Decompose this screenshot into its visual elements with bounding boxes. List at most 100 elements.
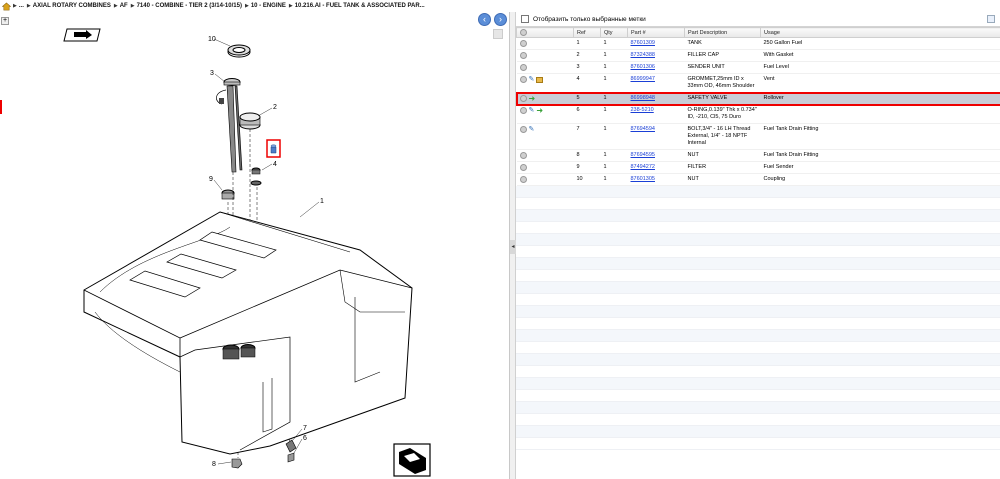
select-radio-icon[interactable] <box>519 40 527 47</box>
part-drain-fitting[interactable] <box>285 439 297 463</box>
chevron-right-icon: ▶ <box>130 3 135 9</box>
empty-row <box>516 342 1000 354</box>
callout-8[interactable]: 8 <box>212 461 216 468</box>
breadcrumb-item[interactable]: 10 - ENGINE <box>251 0 286 12</box>
diagram-pane: + ‹ › 10 3 2 4 9 1 7 6 8 <box>0 12 510 479</box>
part-number-link[interactable]: 86998948 <box>631 95 655 101</box>
table-row[interactable]: 10 1 87601305 NUT Coupling <box>516 173 1000 186</box>
cell-description: GROMMET,25mm ID x 33mm OD, 46mm Shoulder <box>684 73 761 93</box>
column-header-part-number[interactable]: Part # <box>627 27 685 38</box>
cell-usage: Rollover <box>760 92 1000 105</box>
table-row[interactable]: 8 1 87694595 NUT Fuel Tank Drain Fitting <box>516 149 1000 162</box>
export-icon[interactable] <box>987 15 995 23</box>
select-radio-icon[interactable] <box>519 107 527 114</box>
part-nut[interactable] <box>227 44 251 58</box>
empty-row <box>516 186 1000 198</box>
callout-4[interactable]: 4 <box>273 161 277 168</box>
wrench-icon[interactable]: ✎ <box>529 107 535 114</box>
select-radio-icon[interactable] <box>519 152 527 159</box>
empty-row <box>516 390 1000 402</box>
part-filter[interactable] <box>221 189 235 200</box>
part-filler-cap[interactable] <box>239 112 261 130</box>
column-header-qty[interactable]: Qty <box>600 27 628 38</box>
part-number-link[interactable]: 238-5210 <box>631 107 654 113</box>
cell-qty: 1 <box>600 61 628 74</box>
select-radio-icon[interactable] <box>519 64 527 71</box>
wrench-icon[interactable]: ✎ <box>529 126 535 133</box>
cell-qty: 1 <box>600 149 628 162</box>
empty-row <box>516 318 1000 330</box>
table-row[interactable]: ✎ 4 1 86999947 GROMMET,25mm ID x 33mm OD… <box>516 73 1000 93</box>
table-row[interactable]: ✎ ➜ 6 1 238-5210 O-RING,0.139" Thk x 0.73… <box>516 104 1000 124</box>
callout-9[interactable]: 9 <box>209 176 213 183</box>
select-radio-icon[interactable] <box>519 164 527 171</box>
empty-row <box>516 414 1000 426</box>
callout-3[interactable]: 3 <box>210 70 214 77</box>
empty-row <box>516 402 1000 414</box>
cell-ref: 6 <box>573 104 601 124</box>
callout-2[interactable]: 2 <box>273 104 277 111</box>
table-row-selected[interactable]: ➜ 5 1 86998948 SAFETY VALVE Rollover <box>515 91 1000 106</box>
empty-rows-area <box>516 186 1000 450</box>
filter-bar: Отобразить только выбранные метки <box>516 12 1000 27</box>
part-number-link[interactable]: 87494272 <box>631 164 655 170</box>
empty-row <box>516 246 1000 258</box>
column-header-icons <box>516 27 574 38</box>
cell-description: SENDER UNIT <box>684 61 761 74</box>
part-number-link[interactable]: 87601306 <box>631 64 655 70</box>
select-radio-icon[interactable] <box>519 95 527 102</box>
chevron-right-icon: ▶ <box>13 3 17 9</box>
table-header-row: Ref Qty Part # Part Description Usage <box>516 27 1000 38</box>
part-number-link[interactable]: 87694595 <box>631 152 655 158</box>
select-radio-icon[interactable] <box>519 76 527 83</box>
table-row[interactable]: 9 1 87494272 FILTER Fuel Sender <box>516 161 1000 174</box>
column-header-ref[interactable]: Ref <box>573 27 601 38</box>
settings-icon[interactable] <box>520 29 527 36</box>
cell-description: FILTER <box>684 161 761 174</box>
part-number-link[interactable]: 87324388 <box>631 52 655 58</box>
part-number-link[interactable]: 87694594 <box>631 126 655 132</box>
select-radio-icon[interactable] <box>519 176 527 183</box>
part-nut-drain[interactable] <box>231 458 243 469</box>
replaced-arrow-icon[interactable]: ➜ <box>529 95 536 103</box>
column-header-usage[interactable]: Usage <box>760 27 1000 38</box>
part-grommet[interactable] <box>250 167 262 186</box>
replaced-arrow-icon[interactable]: ➜ <box>536 107 543 115</box>
exploded-parts-diagram: 10 3 2 4 9 1 7 6 8 <box>63 28 431 477</box>
part-number-link[interactable]: 87601309 <box>631 40 655 46</box>
breadcrumb-item[interactable]: 7140 - COMBINE - TIER 2 (3/14-10/15) <box>137 0 242 12</box>
cell-ref: 9 <box>573 161 601 174</box>
package-icon[interactable] <box>536 77 544 83</box>
part-number-link[interactable]: 87601305 <box>631 176 655 182</box>
cell-usage: Coupling <box>760 173 1000 186</box>
breadcrumb-item[interactable]: AF <box>120 0 128 12</box>
callout-1[interactable]: 1 <box>320 198 324 205</box>
cell-qty: 1 <box>600 73 628 93</box>
callout-6[interactable]: 6 <box>303 435 307 442</box>
part-sender-unit[interactable] <box>216 78 243 173</box>
table-row[interactable]: 1 1 87601309 TANK 250 Gallon Fuel <box>516 37 1000 50</box>
wrench-icon[interactable]: ✎ <box>529 76 535 83</box>
part-safety-valve-highlighted[interactable] <box>266 139 281 158</box>
select-radio-icon[interactable] <box>519 126 527 133</box>
view-orientation-icon <box>393 443 431 477</box>
chevron-right-icon: ▶ <box>288 3 293 9</box>
table-row[interactable]: ✎ 7 1 87694594 BOLT,3/4" - 16 LH Thread … <box>516 123 1000 150</box>
empty-row <box>516 258 1000 270</box>
show-selected-only-checkbox[interactable] <box>521 15 529 23</box>
parts-table: Ref Qty Part # Part Description Usage 1 … <box>515 27 1000 186</box>
chevron-right-icon: ▶ <box>26 3 31 9</box>
table-row[interactable]: 3 1 87601306 SENDER UNIT Fuel Level <box>516 61 1000 74</box>
table-row[interactable]: 2 1 87324388 FILLER CAP With Gasket <box>516 49 1000 62</box>
chevron-right-icon: ▶ <box>244 3 249 9</box>
breadcrumb-item[interactable]: ... <box>19 0 24 12</box>
callout-7[interactable]: 7 <box>303 425 307 432</box>
column-header-description[interactable]: Part Description <box>684 27 761 38</box>
cell-ref: 3 <box>573 61 601 74</box>
breadcrumb-item[interactable]: AXIAL ROTARY COMBINES <box>33 0 111 12</box>
part-fuel-tank[interactable] <box>83 211 413 455</box>
part-number-link[interactable]: 86999947 <box>631 76 655 82</box>
select-radio-icon[interactable] <box>519 52 527 59</box>
home-icon[interactable] <box>2 2 11 11</box>
empty-row <box>516 222 1000 234</box>
